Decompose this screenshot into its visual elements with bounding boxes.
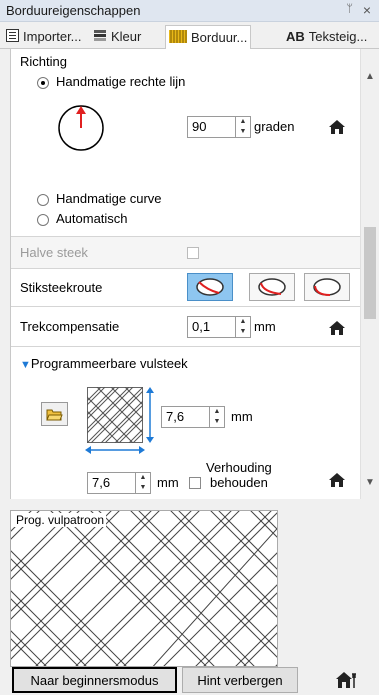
pull-comp-label: Trekcompensatie <box>20 319 120 334</box>
angle-unit: graden <box>254 119 295 134</box>
half-stitch-checkbox[interactable] <box>187 247 199 259</box>
radio-manual-line-label[interactable]: Handmatige rechte lijn <box>56 74 185 89</box>
run-route-row: Stiksteekroute <box>11 269 360 307</box>
pull-comp-unit: mm <box>254 319 276 334</box>
text-ab-icon: AB <box>286 29 305 44</box>
route-curve-1-icon <box>196 278 224 296</box>
tab-embroidery-label: Borduur... <box>191 30 248 45</box>
folder-open-icon <box>46 409 63 421</box>
half-stitch-row: Halve steek <box>11 237 360 269</box>
panel-title: Borduureigenschappen <box>6 3 141 18</box>
fill-pattern-preview: Prog. vulpatroon <box>10 510 278 667</box>
pattern-preview-image <box>11 511 277 666</box>
keep-ratio-label-line1: Verhouding <box>206 460 272 475</box>
width-dimension-arrow <box>85 446 145 454</box>
prog-fill-heading-text: Programmeerbare vulsteek <box>30 356 188 371</box>
close-icon[interactable]: × <box>363 2 371 18</box>
width-spin-arrows[interactable]: ▲ ▼ <box>135 473 150 493</box>
width-spinbox[interactable]: 7,6 ▲ ▼ <box>87 472 151 494</box>
width-unit: mm <box>157 475 179 490</box>
angle-spin-arrows[interactable]: ▲ ▼ <box>235 117 250 137</box>
direction-dial-icon[interactable] <box>57 104 105 152</box>
home-reset-icon[interactable] <box>329 473 345 487</box>
scroll-thumb[interactable] <box>364 227 376 319</box>
height-dimension-arrow <box>146 387 154 443</box>
pull-comp-spin-arrows[interactable]: ▲ ▼ <box>235 317 250 337</box>
pattern-thumbnail <box>87 387 143 443</box>
hide-hint-button[interactable]: Hint verbergen <box>182 667 298 693</box>
tab-import[interactable]: Importer... <box>3 25 85 48</box>
radio-manual-curve[interactable] <box>37 194 49 206</box>
home-reset-icon[interactable] <box>329 120 345 134</box>
pull-comp-spinbox[interactable]: 0,1 ▲ ▼ <box>187 316 251 338</box>
scroll-down-icon[interactable]: ▼ <box>365 477 375 488</box>
prog-fill-section: ▼Programmeerbare vulsteek 7,6 ▲ ▼ mm 7,6… <box>11 347 360 499</box>
color-icon <box>93 29 107 45</box>
tab-import-label: Importer... <box>23 29 82 44</box>
collapse-triangle-icon: ▼ <box>20 359 31 371</box>
tab-text-label: Teksteig... <box>308 29 368 44</box>
vertical-scrollbar[interactable]: ▲ ▼ <box>360 49 379 499</box>
route-option-2-button[interactable] <box>249 273 295 301</box>
height-value[interactable]: 7,6 <box>162 407 209 427</box>
half-stitch-label: Halve steek <box>20 245 88 260</box>
keep-ratio-label-line2: behouden <box>209 475 268 490</box>
height-spinbox[interactable]: 7,6 ▲ ▼ <box>161 406 225 428</box>
embroidery-icon <box>169 29 187 46</box>
route-option-3-button[interactable] <box>304 273 350 301</box>
beginner-mode-button[interactable]: Naar beginnersmodus <box>12 667 177 693</box>
tab-bar: Importer... Kleur Borduur... AB Teksteig… <box>0 23 379 49</box>
radio-automatic[interactable] <box>37 214 49 226</box>
run-route-label: Stiksteekroute <box>20 280 103 295</box>
radio-manual-line[interactable] <box>37 77 49 89</box>
tab-color[interactable]: Kleur <box>90 25 144 48</box>
preview-label: Prog. vulpatroon <box>14 513 107 527</box>
home-settings-icon[interactable] <box>336 672 360 688</box>
height-unit: mm <box>231 409 253 424</box>
import-icon <box>6 28 19 45</box>
panel-titlebar: Borduureigenschappen ᛘ × <box>0 0 379 22</box>
pull-comp-row: Trekcompensatie 0,1 ▲ ▼ mm <box>11 307 360 347</box>
tab-text[interactable]: AB Teksteig... <box>283 25 370 48</box>
route-curve-3-icon <box>313 278 341 296</box>
height-spin-arrows[interactable]: ▲ ▼ <box>209 407 224 427</box>
route-option-1-button[interactable] <box>187 273 233 301</box>
home-reset-icon[interactable] <box>329 321 345 335</box>
keep-ratio-checkbox[interactable] <box>189 477 201 489</box>
tab-color-label: Kleur <box>111 29 142 44</box>
prog-fill-heading[interactable]: ▼Programmeerbare vulsteek <box>20 356 188 371</box>
radio-manual-curve-label[interactable]: Handmatige curve <box>56 191 162 206</box>
angle-spinbox[interactable]: 90 ▲ ▼ <box>187 116 251 138</box>
open-pattern-button[interactable] <box>41 402 68 426</box>
pull-comp-value[interactable]: 0,1 <box>188 317 235 337</box>
direction-section: Richting Handmatige rechte lijn 90 ▲ ▼ gr… <box>11 49 360 237</box>
radio-automatic-label[interactable]: Automatisch <box>56 211 128 226</box>
pin-icon[interactable]: ᛘ <box>346 3 353 15</box>
angle-value[interactable]: 90 <box>188 117 235 137</box>
tab-embroidery[interactable]: Borduur... <box>165 25 252 49</box>
keep-ratio-label[interactable]: Verhouding behouden <box>206 460 272 490</box>
direction-heading: Richting <box>20 54 67 69</box>
properties-panel: Richting Handmatige rechte lijn 90 ▲ ▼ gr… <box>10 49 360 499</box>
width-value[interactable]: 7,6 <box>88 473 135 493</box>
route-curve-2-icon <box>258 278 286 296</box>
scroll-up-icon[interactable]: ▲ <box>365 71 375 82</box>
